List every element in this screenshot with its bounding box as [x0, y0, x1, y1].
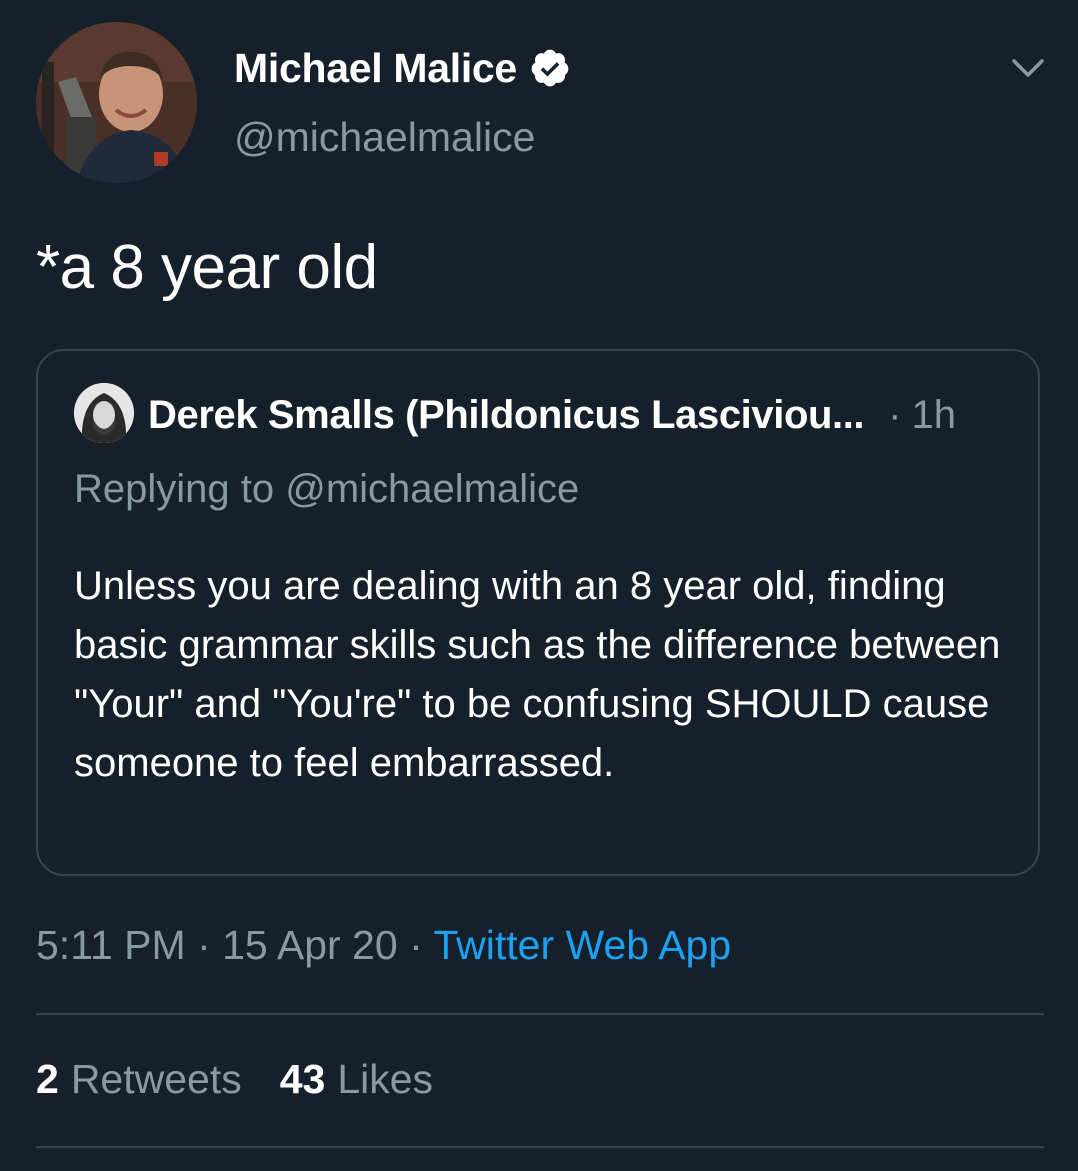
tweet-time[interactable]: 5:11 PM: [36, 922, 186, 968]
quoted-body: Unless you are dealing with an 8 year ol…: [74, 564, 1001, 785]
tweet-source-link[interactable]: Twitter Web App: [433, 922, 731, 968]
divider: [36, 1146, 1044, 1148]
tweet-text: *a 8 year old: [36, 233, 378, 302]
quoted-timestamp[interactable]: 1h: [911, 393, 956, 438]
retweets-count: 2: [36, 1056, 59, 1102]
author-info: Michael Malice: [234, 40, 571, 96]
chevron-down-icon[interactable]: [1008, 48, 1048, 88]
meta-separator: ·: [409, 922, 423, 968]
quoted-header: Derek Smalls (Phildonicus Lasciviou... ·…: [148, 387, 956, 443]
tweet: Michael Malice @michaelmalice *a 8 year …: [0, 0, 1078, 1171]
quoted-author-avatar[interactable]: [74, 383, 134, 443]
tweet-date[interactable]: 15 Apr 20: [222, 922, 398, 968]
retweets-label: Retweets: [70, 1056, 242, 1102]
quoted-replying-to: Replying to @michaelmalice: [74, 467, 580, 511]
tweet-meta: 5:11 PM · 15 Apr 20 · Twitter Web App: [36, 922, 731, 969]
author-handle[interactable]: @michaelmalice: [234, 114, 535, 161]
quoted-separator: ·: [888, 392, 902, 437]
quoted-author-name[interactable]: Derek Smalls (Phildonicus Lasciviou...: [148, 393, 865, 438]
divider: [36, 1013, 1044, 1015]
likes-stat[interactable]: 43 Likes: [280, 1056, 433, 1103]
tweet-stats: 2 Retweets 43 Likes: [36, 1056, 433, 1103]
retweets-stat[interactable]: 2 Retweets: [36, 1056, 242, 1103]
author-avatar[interactable]: [36, 22, 197, 183]
verified-badge-icon: [529, 47, 571, 89]
meta-separator: ·: [197, 922, 211, 968]
quoted-tweet[interactable]: Derek Smalls (Phildonicus Lasciviou... ·…: [36, 349, 1040, 876]
likes-label: Likes: [337, 1056, 434, 1102]
author-display-name[interactable]: Michael Malice: [234, 45, 517, 92]
likes-count: 43: [279, 1056, 326, 1102]
